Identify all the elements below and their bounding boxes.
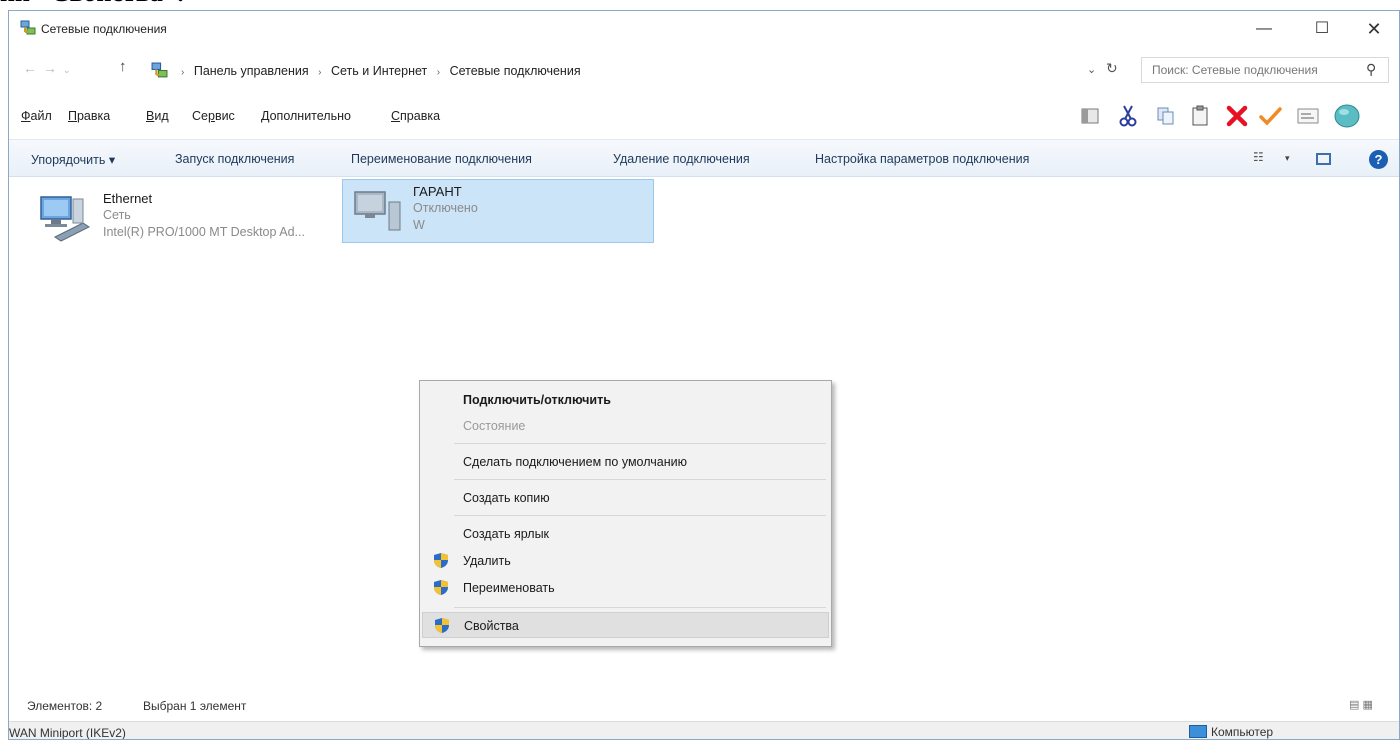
network-adapter-icon bbox=[40, 196, 90, 242]
command-bar: Упорядочить ▾ Запуск подключения Переиме… bbox=[9, 139, 1399, 177]
view-options-dropdown-icon[interactable]: ▾ bbox=[1285, 153, 1290, 164]
computer-icon bbox=[1189, 725, 1207, 738]
properties-icon[interactable] bbox=[1295, 103, 1321, 129]
recent-locations-chevron-icon[interactable]: ⌄ bbox=[63, 65, 71, 76]
delete-x-icon[interactable] bbox=[1224, 103, 1250, 129]
paste-icon[interactable] bbox=[1187, 103, 1213, 129]
globe-icon[interactable] bbox=[1325, 103, 1365, 129]
menu-service[interactable]: Сервис bbox=[192, 109, 235, 123]
organize-button[interactable]: Упорядочить ▾ bbox=[31, 152, 115, 167]
menu-help[interactable]: Справка bbox=[391, 109, 440, 123]
bottom-info-bar: WAN Miniport (IKEv2) Компьютер bbox=[9, 721, 1399, 740]
menu-item-status: Состояние bbox=[463, 419, 526, 433]
maximize-button[interactable]: ☐ bbox=[1299, 11, 1345, 47]
back-arrow-icon[interactable]: ← bbox=[23, 60, 37, 76]
menu-separator bbox=[454, 443, 826, 444]
connection-device: Intel(R) PRO/1000 MT Desktop Ad... bbox=[103, 225, 305, 239]
address-field[interactable]: › Панель управления › Сеть и Интернет › … bbox=[144, 57, 1134, 83]
details-view-icon[interactable]: ▤ ▦ bbox=[1349, 698, 1373, 711]
delete-connection-button[interactable]: Удаление подключения bbox=[613, 152, 750, 166]
close-button[interactable]: ✕ bbox=[1351, 11, 1397, 47]
connection-name: ГАРАНТ bbox=[413, 184, 462, 199]
explorer-window: Сетевые подключения — ☐ ✕ ← → ⌄ ↑ › Пане… bbox=[8, 10, 1400, 740]
breadcrumb-network-internet[interactable]: Сеть и Интернет bbox=[331, 64, 427, 78]
menu-item-create-shortcut[interactable]: Создать ярлык bbox=[422, 521, 829, 547]
search-icon[interactable]: ⚲ bbox=[1366, 61, 1376, 78]
status-bar: Элементов: 2 Выбран 1 элемент ▤ ▦ bbox=[9, 695, 1399, 719]
vpn-connection-icon bbox=[354, 191, 401, 231]
help-icon[interactable]: ? bbox=[1369, 150, 1388, 169]
address-history-dropdown-icon[interactable]: ⌄ bbox=[1087, 63, 1096, 76]
title-bar[interactable]: Сетевые подключения — ☐ ✕ bbox=[9, 11, 1399, 47]
connection-status: Сеть bbox=[103, 208, 131, 222]
menu-separator bbox=[454, 607, 826, 608]
connection-status: Отключено bbox=[413, 201, 478, 215]
connection-item-ethernet[interactable]: Ethernet Сеть Intel(R) PRO/1000 MT Deskt… bbox=[25, 187, 345, 251]
menu-advanced[interactable]: Дополнительно bbox=[261, 109, 351, 123]
menu-item-set-default[interactable]: Сделать подключением по умолчанию bbox=[422, 449, 829, 475]
network-connections-icon bbox=[20, 20, 36, 35]
minimize-button[interactable]: — bbox=[1241, 11, 1287, 47]
menu-item-properties[interactable]: Свойства bbox=[422, 612, 829, 638]
context-menu: Подключить/отключить Состояние Сделать п… bbox=[419, 380, 832, 647]
breadcrumb-separator-icon[interactable]: › bbox=[437, 67, 440, 78]
menu-edit[interactable]: Правка bbox=[68, 109, 110, 123]
refresh-icon[interactable]: ↻ bbox=[1106, 60, 1118, 77]
menu-item-rename[interactable]: Переименовать bbox=[422, 575, 829, 601]
menu-file[interactable]: Файл bbox=[21, 109, 52, 123]
menu-separator bbox=[454, 479, 826, 480]
connection-name: Ethernet bbox=[103, 191, 153, 206]
view-options-icon[interactable]: ☷ bbox=[1253, 150, 1264, 164]
menu-item-connect-disconnect[interactable]: Подключить/отключить bbox=[422, 387, 829, 413]
forward-arrow-icon[interactable]: → bbox=[43, 60, 57, 76]
computer-zone: Компьютер bbox=[1189, 725, 1273, 739]
menu-bar: Файл Правка Вид Сервис Дополнительно Спр… bbox=[9, 103, 1399, 131]
menu-separator bbox=[454, 515, 826, 516]
search-input[interactable] bbox=[1142, 58, 1362, 82]
uac-shield-icon bbox=[435, 618, 449, 633]
panel-icon[interactable] bbox=[1077, 103, 1103, 129]
start-connection-button[interactable]: Запуск подключения bbox=[175, 152, 294, 166]
menu-view[interactable]: Вид bbox=[146, 109, 169, 123]
breadcrumb-control-panel[interactable]: Панель управления bbox=[194, 64, 309, 78]
search-box[interactable]: ⚲ bbox=[1141, 57, 1389, 83]
menu-item-create-copy[interactable]: Создать копию bbox=[422, 485, 829, 511]
connection-settings-button[interactable]: Настройка параметров подключения bbox=[815, 152, 1029, 166]
item-count: Элементов: 2 bbox=[27, 699, 103, 713]
breadcrumb-separator-icon: › bbox=[181, 67, 185, 78]
rename-connection-button[interactable]: Переименование подключения bbox=[351, 152, 532, 166]
connections-list: Ethernet Сеть Intel(R) PRO/1000 MT Deskt… bbox=[9, 177, 1399, 697]
cut-icon[interactable] bbox=[1115, 103, 1141, 129]
uac-shield-icon bbox=[434, 553, 448, 568]
uac-shield-icon bbox=[434, 580, 448, 595]
page-text-fragment: ии" Свойства". bbox=[0, 0, 184, 10]
connection-device: W bbox=[413, 218, 425, 232]
connection-item-garant[interactable]: ГАРАНТ Отключено W bbox=[342, 179, 654, 243]
address-bar: ← → ⌄ ↑ › Панель управления › Сеть и Инт… bbox=[9, 57, 1399, 85]
up-arrow-icon[interactable]: ↑ bbox=[119, 58, 127, 75]
selection-count: Выбран 1 элемент bbox=[143, 699, 247, 713]
menu-item-delete[interactable]: Удалить bbox=[422, 548, 829, 574]
preview-pane-icon[interactable] bbox=[1316, 153, 1331, 165]
network-connections-icon bbox=[151, 62, 168, 78]
breadcrumb-network-connections[interactable]: Сетевые подключения bbox=[450, 64, 581, 78]
breadcrumb-separator-icon[interactable]: › bbox=[318, 67, 321, 78]
device-description: WAN Miniport (IKEv2) bbox=[9, 726, 126, 740]
window-title: Сетевые подключения bbox=[41, 22, 167, 36]
breadcrumb: › Панель управления › Сеть и Интернет › … bbox=[175, 64, 581, 78]
copy-icon[interactable] bbox=[1153, 103, 1179, 129]
checkmark-icon[interactable] bbox=[1257, 103, 1283, 129]
